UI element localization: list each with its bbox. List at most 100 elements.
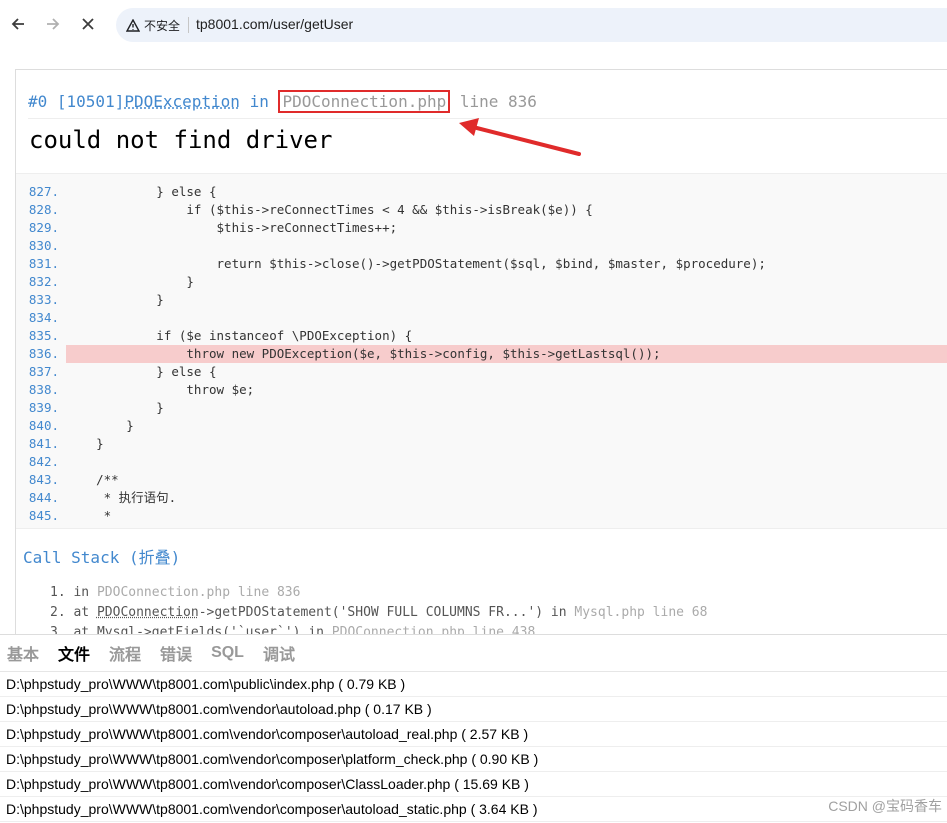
debug-tab[interactable]: 调试 bbox=[263, 641, 295, 665]
forward-arrow-icon[interactable] bbox=[39, 10, 67, 38]
stack-keyword: at bbox=[73, 605, 89, 620]
code-line: 843. /** bbox=[16, 471, 947, 489]
line-number: 830. bbox=[16, 237, 59, 255]
stack-index: 2. bbox=[50, 605, 66, 620]
line-number: 837. bbox=[16, 363, 59, 381]
line-number: 828. bbox=[16, 201, 59, 219]
line-code: if ($e instanceof \PDOException) { bbox=[66, 327, 947, 345]
code-line: 844. * 执行语句. bbox=[16, 489, 947, 507]
stack-location: Mysql.php line 68 bbox=[574, 605, 707, 620]
code-lines: 827. } else {828. if ($this->reConnectTi… bbox=[16, 183, 947, 525]
debug-tab[interactable]: 基本 bbox=[7, 641, 39, 665]
line-number: 845. bbox=[16, 507, 59, 525]
stop-loading-icon[interactable] bbox=[74, 10, 102, 38]
security-label: 不安全 bbox=[144, 17, 180, 34]
call-stack-item: 1. in PDOConnection.php line 836 bbox=[50, 583, 707, 603]
exception-line: line 836 bbox=[460, 92, 537, 111]
warning-triangle-icon bbox=[126, 19, 140, 32]
line-code: return $this->close()->getPDOStatement($… bbox=[66, 255, 947, 273]
browser-toolbar: 不安全 tp8001.com/user/getUser bbox=[0, 0, 947, 50]
code-line: 835. if ($e instanceof \PDOException) { bbox=[16, 327, 947, 345]
stack-keyword: in bbox=[73, 585, 89, 600]
line-number: 839. bbox=[16, 399, 59, 417]
code-line: 827. } else { bbox=[16, 183, 947, 201]
security-indicator[interactable]: 不安全 bbox=[126, 17, 180, 34]
line-code: throw $e; bbox=[66, 381, 947, 399]
file-row: D:\phpstudy_pro\WWW\tp8001.com\vendor\co… bbox=[0, 772, 947, 797]
stack-location: PDOConnection.php line 836 bbox=[97, 585, 301, 600]
line-code: } bbox=[66, 417, 947, 435]
line-number: 841. bbox=[16, 435, 59, 453]
in-word: in bbox=[250, 92, 269, 111]
code-line: 833. } bbox=[16, 291, 947, 309]
line-number: 827. bbox=[16, 183, 59, 201]
line-code: } bbox=[66, 435, 947, 453]
line-code: $this->reConnectTimes++; bbox=[66, 219, 947, 237]
file-row: D:\phpstudy_pro\WWW\tp8001.com\vendor\au… bbox=[0, 697, 947, 722]
line-code: } else { bbox=[66, 183, 947, 201]
file-row: D:\phpstudy_pro\WWW\tp8001.com\public\in… bbox=[0, 672, 947, 697]
exception-file[interactable]: PDOConnection.php bbox=[278, 90, 450, 113]
code-line: 838. throw $e; bbox=[16, 381, 947, 399]
code-line: 841. } bbox=[16, 435, 947, 453]
exception-title: #0 [10501]PDOException in PDOConnection.… bbox=[28, 92, 537, 111]
line-number: 838. bbox=[16, 381, 59, 399]
code-line: 830. bbox=[16, 237, 947, 255]
debug-tab[interactable]: 错误 bbox=[160, 641, 192, 665]
line-code: throw new PDOException($e, $this->config… bbox=[66, 345, 947, 363]
exception-message: could not find driver bbox=[29, 126, 332, 154]
line-code: } bbox=[66, 273, 947, 291]
line-number: 829. bbox=[16, 219, 59, 237]
line-number: 833. bbox=[16, 291, 59, 309]
code-line: 842. bbox=[16, 453, 947, 471]
code-line: 839. } bbox=[16, 399, 947, 417]
line-number: 842. bbox=[16, 453, 59, 471]
line-code: * 执行语句. bbox=[66, 489, 947, 507]
address-bar[interactable]: 不安全 tp8001.com/user/getUser bbox=[116, 8, 947, 42]
line-number: 843. bbox=[16, 471, 59, 489]
code-line: 845. * bbox=[16, 507, 947, 525]
line-number: 844. bbox=[16, 489, 59, 507]
code-line: 836. throw new PDOException($e, $this->c… bbox=[16, 345, 947, 363]
stack-class[interactable]: PDOConnection bbox=[97, 605, 199, 620]
debug-tab[interactable]: SQL bbox=[211, 644, 244, 662]
watermark: CSDN @宝码香车 bbox=[828, 796, 942, 816]
code-line: 829. $this->reConnectTimes++; bbox=[16, 219, 947, 237]
call-stack-item: 2. at PDOConnection->getPDOStatement('SH… bbox=[50, 603, 707, 623]
source-code-block: 827. } else {828. if ($this->reConnectTi… bbox=[16, 173, 947, 529]
code-line: 840. } bbox=[16, 417, 947, 435]
annotation-arrow-icon bbox=[455, 112, 585, 162]
call-stack-list: 1. in PDOConnection.php line 836 2. at PD… bbox=[50, 583, 707, 636]
debug-trace-panel: 基本 文件 流程 错误 SQL 调试 D:\phpstudy_pro\WWW\tp8001… bbox=[0, 634, 947, 823]
line-number: 831. bbox=[16, 255, 59, 273]
file-list: D:\phpstudy_pro\WWW\tp8001.com\public\in… bbox=[0, 672, 947, 822]
line-code: } else { bbox=[66, 363, 947, 381]
exception-class[interactable]: PDOException bbox=[124, 92, 240, 111]
url-text[interactable]: tp8001.com/user/getUser bbox=[196, 16, 353, 32]
debug-tab[interactable]: 流程 bbox=[109, 641, 141, 665]
back-arrow-icon[interactable] bbox=[4, 10, 32, 38]
code-line: 831. return $this->close()->getPDOStatem… bbox=[16, 255, 947, 273]
code-line: 834. bbox=[16, 309, 947, 327]
line-code: } bbox=[66, 291, 947, 309]
file-row: D:\phpstudy_pro\WWW\tp8001.com\vendor\co… bbox=[0, 747, 947, 772]
code-line: 828. if ($this->reConnectTimes < 4 && $t… bbox=[16, 201, 947, 219]
file-row: D:\phpstudy_pro\WWW\tp8001.com\vendor\co… bbox=[0, 797, 947, 822]
line-number: 834. bbox=[16, 309, 59, 327]
code-line: 832. } bbox=[16, 273, 947, 291]
line-code: } bbox=[66, 399, 947, 417]
exception-prefix: #0 [10501] bbox=[28, 92, 124, 111]
file-row: D:\phpstudy_pro\WWW\tp8001.com\vendor\co… bbox=[0, 722, 947, 747]
line-code: * bbox=[66, 507, 947, 525]
call-stack-toggle[interactable]: Call Stack (折叠) bbox=[23, 544, 180, 568]
line-number: 835. bbox=[16, 327, 59, 345]
stack-keyword: in bbox=[551, 605, 567, 620]
debug-tab[interactable]: 文件 bbox=[58, 641, 90, 665]
stack-call: ->getPDOStatement('SHOW FULL COLUMNS FR.… bbox=[199, 605, 543, 620]
line-code: /** bbox=[66, 471, 947, 489]
line-code: if ($this->reConnectTimes < 4 && $this->… bbox=[66, 201, 947, 219]
line-number: 832. bbox=[16, 273, 59, 291]
address-divider bbox=[188, 17, 189, 33]
stack-index: 1. bbox=[50, 585, 66, 600]
line-number: 840. bbox=[16, 417, 59, 435]
